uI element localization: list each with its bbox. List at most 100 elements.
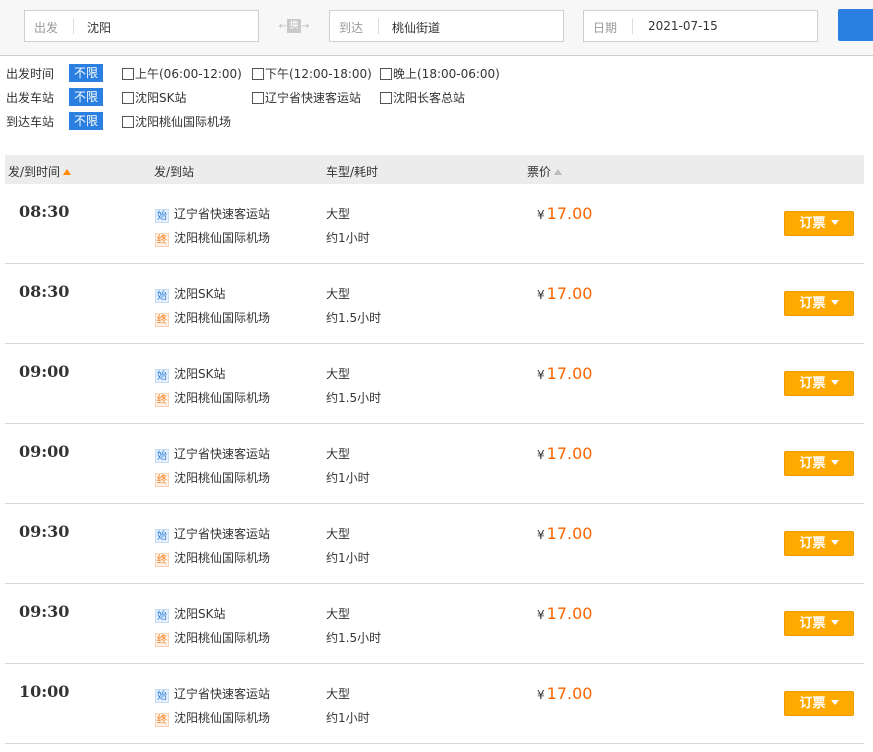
- filter-option[interactable]: 晚上(18:00-06:00): [380, 65, 500, 82]
- currency-symbol: ¥: [537, 608, 545, 622]
- filter-option[interactable]: 沈阳长客总站: [380, 89, 465, 106]
- filter-label: 出发车站: [6, 91, 55, 105]
- end-tag-icon: 终: [155, 633, 169, 647]
- bus-type: 大型: [326, 287, 351, 301]
- bus-header: 车型/耗时: [326, 165, 379, 179]
- bus-type: 大型: [326, 607, 351, 621]
- price-header-label: 票价: [527, 165, 552, 179]
- to-station-name: 沈阳桃仙国际机场: [174, 711, 271, 725]
- duration: 约1小时: [326, 551, 370, 565]
- checkbox[interactable]: [122, 116, 134, 128]
- filter-option[interactable]: 辽宁省快速客运站: [252, 89, 361, 106]
- currency-symbol: ¥: [537, 448, 545, 462]
- swap-cities-button[interactable]: ← 换 →: [276, 19, 312, 35]
- bus-type: 大型: [326, 207, 351, 221]
- book-ticket-button[interactable]: 订票: [784, 291, 854, 316]
- end-tag-icon: 终: [155, 473, 169, 487]
- bus-type: 大型: [326, 367, 351, 381]
- filter-option[interactable]: 沈阳SK站: [122, 89, 187, 106]
- checkbox[interactable]: [252, 92, 264, 104]
- sort-up-icon: [63, 169, 72, 175]
- filter-any-button[interactable]: 不限: [69, 112, 103, 130]
- divider: [73, 18, 74, 34]
- table-row: 09:30 始辽宁省快速客运站终沈阳桃仙国际机场 大型 约1小时 ¥17.00 订票: [5, 504, 864, 584]
- end-tag-icon: 终: [155, 313, 169, 327]
- to-station-name: 沈阳桃仙国际机场: [174, 551, 271, 565]
- table-row: 10:00 始辽宁省快速客运站终沈阳桃仙国际机场 大型 约1小时 ¥17.00 订票: [5, 664, 864, 744]
- price: ¥17.00: [537, 604, 592, 623]
- to-station: 终沈阳桃仙国际机场: [155, 629, 270, 647]
- checkbox[interactable]: [122, 92, 134, 104]
- checkbox[interactable]: [380, 68, 392, 80]
- date-input[interactable]: 2021-07-15: [648, 19, 718, 33]
- book-ticket-button[interactable]: 订票: [784, 211, 854, 236]
- filter-option-label: 沈阳SK站: [135, 91, 187, 105]
- duration: 约1小时: [326, 711, 370, 725]
- currency-symbol: ¥: [537, 688, 545, 702]
- end-tag-icon: 终: [155, 393, 169, 407]
- from-station: 始辽宁省快速客运站: [155, 685, 270, 703]
- time-header-label: 发/到时间: [8, 165, 61, 179]
- checkbox[interactable]: [122, 68, 134, 80]
- search-button[interactable]: [838, 9, 873, 41]
- price-amount: 17.00: [546, 204, 593, 223]
- departure-city-input[interactable]: 沈阳: [87, 19, 111, 36]
- departure-time: 09:00: [19, 442, 70, 461]
- to-station-name: 沈阳桃仙国际机场: [174, 391, 271, 405]
- filter-any-button[interactable]: 不限: [69, 88, 103, 106]
- chevron-down-icon: [830, 220, 839, 225]
- chevron-down-icon: [830, 380, 839, 385]
- from-station: 始辽宁省快速客运站: [155, 525, 270, 543]
- filter-option-label: 晚上(18:00-06:00): [393, 67, 500, 81]
- station-header: 发/到站: [154, 165, 195, 179]
- swap-icon: 换: [287, 19, 301, 33]
- price: ¥17.00: [537, 524, 592, 543]
- filter-option[interactable]: 上午(06:00-12:00): [122, 65, 242, 82]
- price-amount: 17.00: [546, 444, 593, 463]
- departure-time: 09:30: [19, 522, 70, 541]
- currency-symbol: ¥: [537, 288, 545, 302]
- from-station-name: 辽宁省快速客运站: [174, 447, 271, 461]
- price-amount: 17.00: [546, 684, 593, 703]
- checkbox[interactable]: [252, 68, 264, 80]
- currency-symbol: ¥: [537, 368, 545, 382]
- book-ticket-button[interactable]: 订票: [784, 611, 854, 636]
- filter-row: 出发车站 不限 沈阳SK站 辽宁省快速客运站 沈阳长客总站: [6, 88, 526, 106]
- filter-option[interactable]: 沈阳桃仙国际机场: [122, 113, 231, 130]
- filter-any-button[interactable]: 不限: [69, 64, 103, 82]
- departure-label: 出发: [34, 21, 59, 35]
- search-bar: 出发 沈阳 ← 换 → 到达 桃仙街道 日期 2021-07-15: [0, 0, 873, 56]
- arrival-city-field[interactable]: 到达 桃仙街道: [329, 10, 564, 42]
- currency-symbol: ¥: [537, 208, 545, 222]
- start-tag-icon: 始: [155, 529, 169, 543]
- book-label: 订票: [799, 296, 826, 311]
- to-station: 终沈阳桃仙国际机场: [155, 389, 270, 407]
- filter-option-label: 下午(12:00-18:00): [265, 67, 372, 81]
- date-field[interactable]: 日期 2021-07-15: [583, 10, 818, 42]
- sort-by-price-header[interactable]: 票价: [527, 163, 563, 180]
- to-station-name: 沈阳桃仙国际机场: [174, 231, 271, 245]
- sort-by-time-header[interactable]: 发/到时间: [8, 163, 72, 180]
- book-label: 订票: [799, 376, 826, 391]
- book-ticket-button[interactable]: 订票: [784, 371, 854, 396]
- filter-label: 出发时间: [6, 67, 55, 81]
- filter-option[interactable]: 下午(12:00-18:00): [252, 65, 372, 82]
- start-tag-icon: 始: [155, 689, 169, 703]
- filter-row: 出发时间 不限 上午(06:00-12:00) 下午(12:00-18:00) 晚上(1…: [6, 64, 526, 82]
- table-row: 09:30 始沈阳SK站终沈阳桃仙国际机场 大型 约1.5小时 ¥17.00 订票: [5, 584, 864, 664]
- to-station: 终沈阳桃仙国际机场: [155, 309, 270, 327]
- book-ticket-button[interactable]: 订票: [784, 691, 854, 716]
- duration: 约1.5小时: [326, 391, 382, 405]
- filter-option-label: 辽宁省快速客运站: [265, 91, 362, 105]
- book-ticket-button[interactable]: 订票: [784, 451, 854, 476]
- arrival-city-input[interactable]: 桃仙街道: [392, 19, 440, 36]
- chevron-down-icon: [830, 540, 839, 545]
- start-tag-icon: 始: [155, 289, 169, 303]
- bus-type: 大型: [326, 447, 351, 461]
- chevron-down-icon: [830, 700, 839, 705]
- from-station-name: 辽宁省快速客运站: [174, 207, 271, 221]
- departure-city-field[interactable]: 出发 沈阳: [24, 10, 259, 42]
- duration: 约1小时: [326, 471, 370, 485]
- checkbox[interactable]: [380, 92, 392, 104]
- book-ticket-button[interactable]: 订票: [784, 531, 854, 556]
